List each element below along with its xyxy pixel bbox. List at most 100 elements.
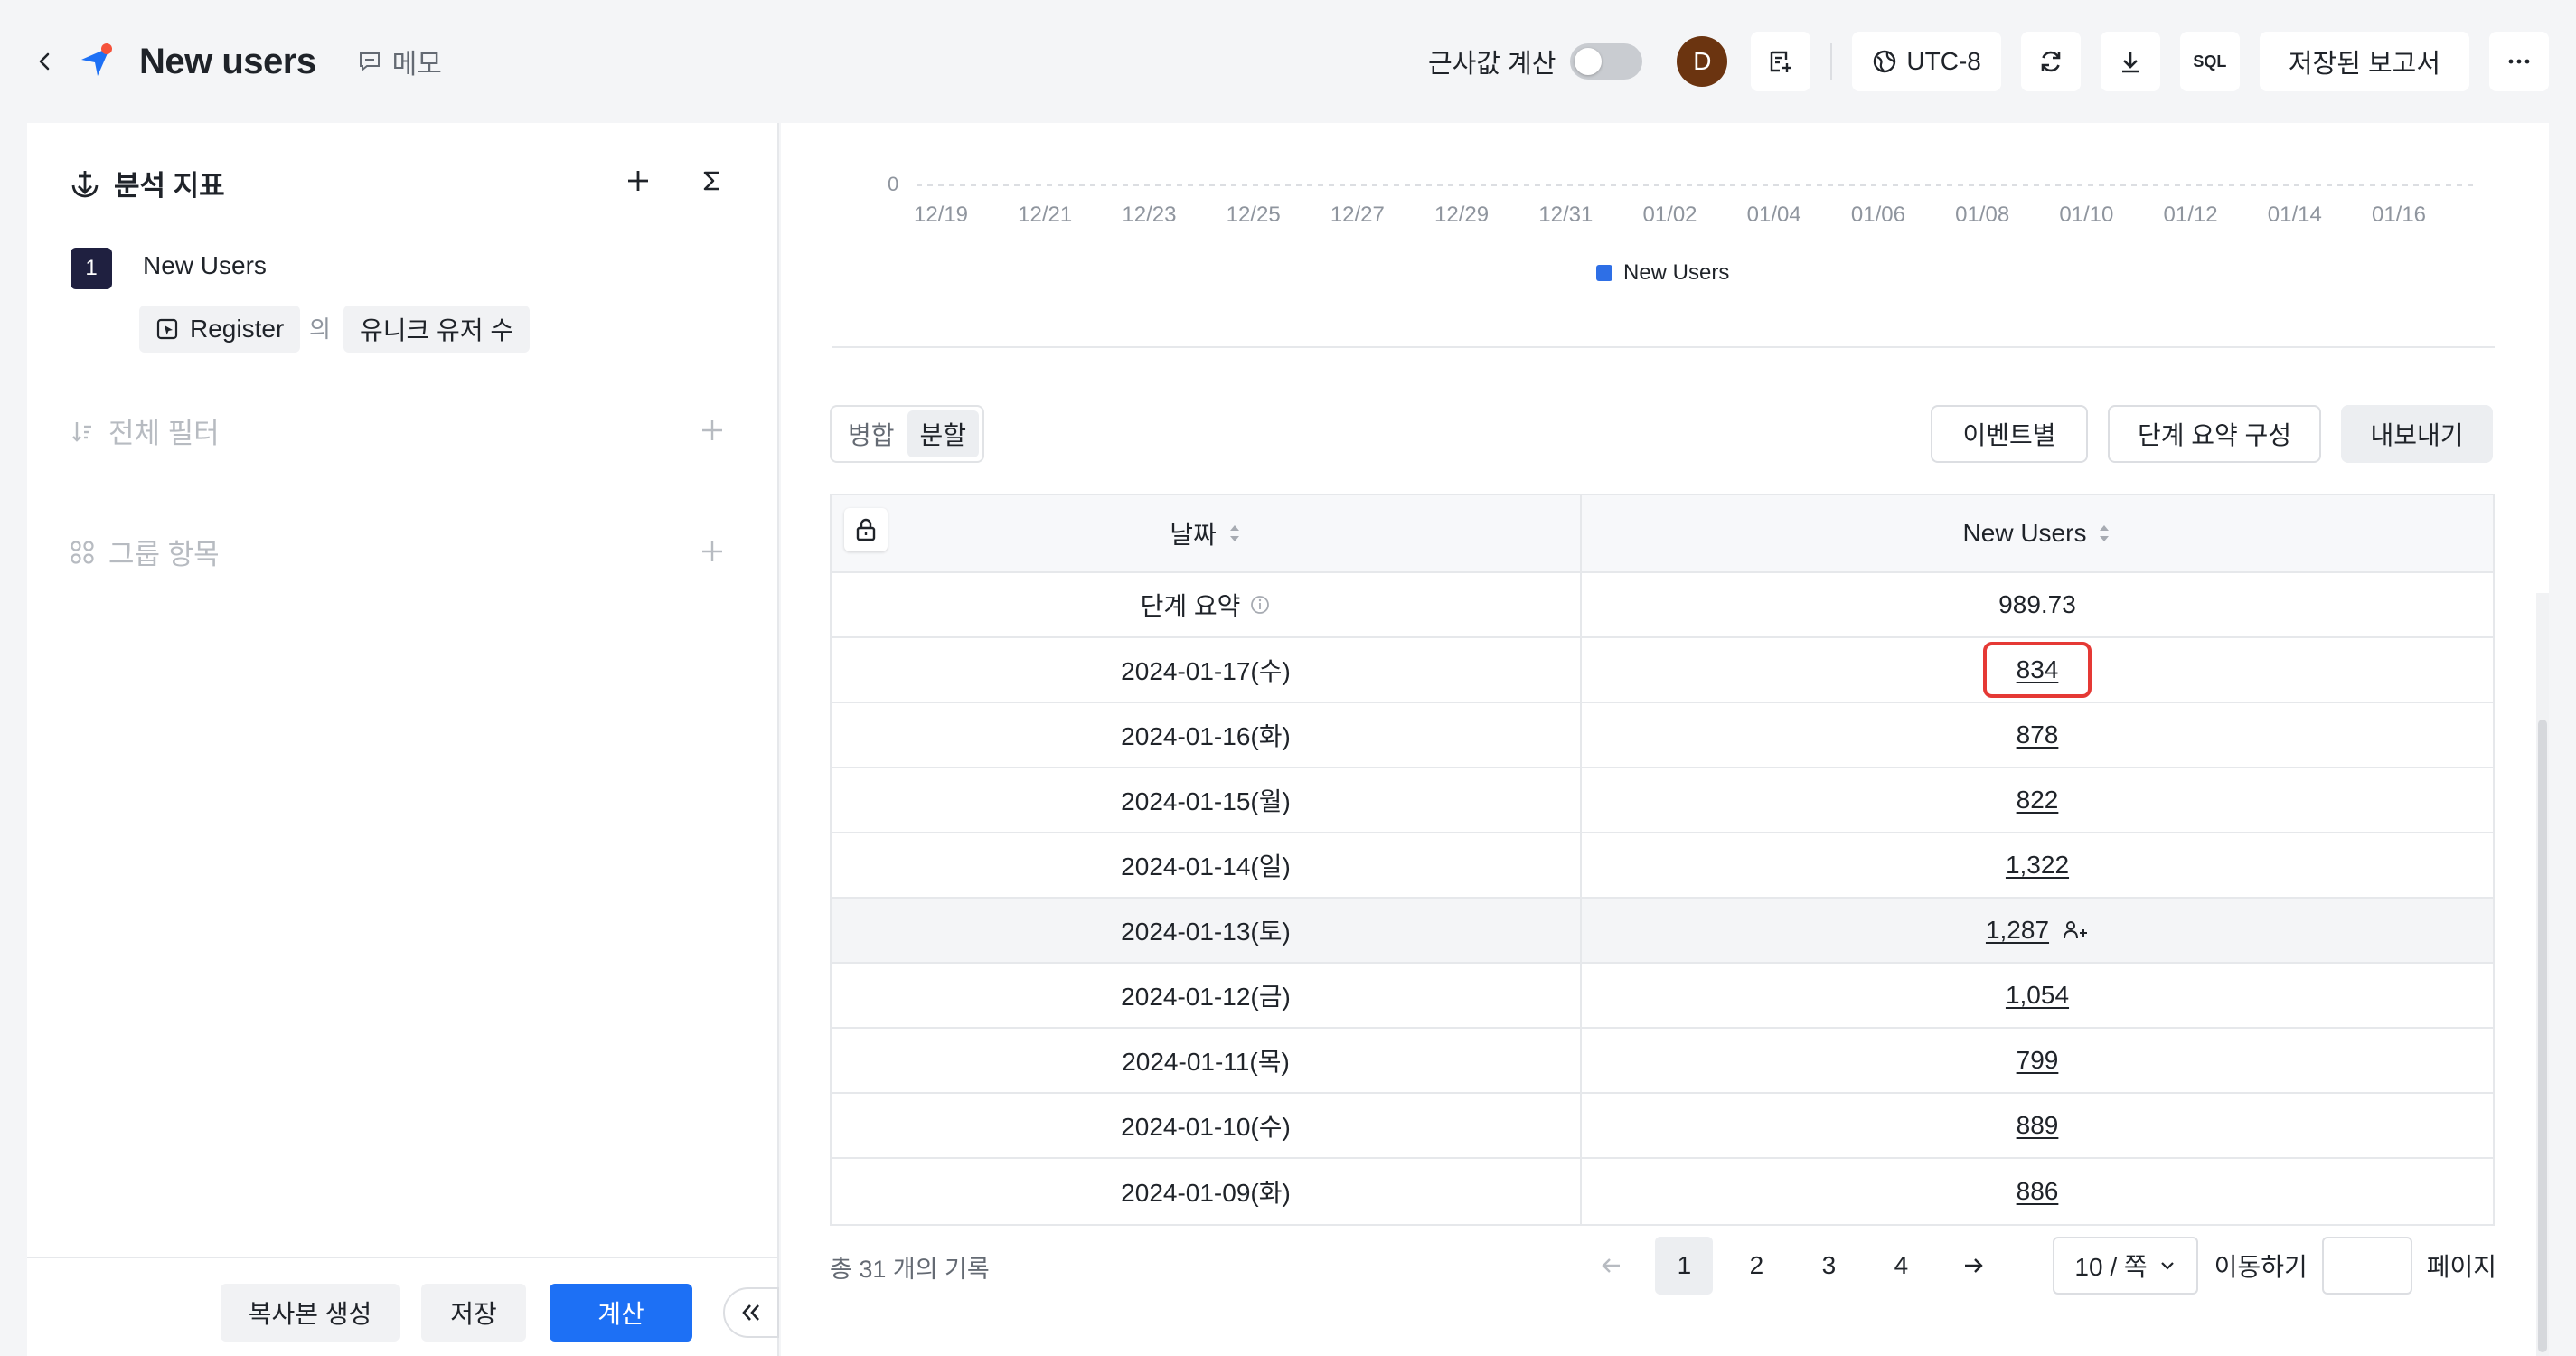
x-tick-label: 12/19 [913, 202, 969, 227]
user-count-link[interactable]: 886 [2017, 1177, 2059, 1206]
value-cell: 799 [1582, 1029, 2493, 1092]
info-icon[interactable] [1249, 594, 1271, 616]
saved-reports-button[interactable]: 저장된 보고서 [2259, 32, 2469, 91]
summary-row: 단계 요약 989.73 [832, 573, 2493, 638]
refresh-button[interactable] [2020, 32, 2081, 91]
calculate-button[interactable]: 계산 [550, 1284, 692, 1342]
by-event-button[interactable]: 이벤트별 [1931, 405, 2088, 463]
pagination: 1234 10 / 쪽 이동하기 페이지 [1568, 1237, 2496, 1295]
lock-column-button[interactable] [844, 508, 888, 551]
summary-label-cell: 단계 요약 [832, 573, 1582, 636]
merge-tab[interactable]: 병합 [835, 410, 907, 457]
chart-legend[interactable]: New Users [1596, 260, 1729, 286]
x-tick-label: 01/08 [1955, 202, 2010, 227]
page-button-3[interactable]: 3 [1800, 1237, 1857, 1295]
table-body: 2024-01-17(수) 834 2024-01-16(화) 878 2024-01-… [832, 638, 2493, 1224]
top-bar: New users 메모 근사값 계산 D UTC-8 SQL 저장된 보고서 [0, 0, 2576, 123]
sort-icon[interactable] [1227, 522, 1242, 545]
event-chip[interactable]: Register [139, 306, 301, 353]
comment-icon [359, 52, 380, 72]
x-tick-label: 12/21 [1018, 202, 1073, 227]
x-tick-label: 01/06 [1850, 202, 1905, 227]
globe-icon [1874, 50, 1896, 73]
avatar[interactable]: D [1677, 36, 1728, 87]
sigma-icon [703, 171, 719, 191]
date-cell: 2024-01-09(화) [832, 1159, 1582, 1224]
x-tick-label: 01/14 [2267, 202, 2322, 227]
approx-calc-toggle[interactable] [1570, 43, 1643, 80]
split-tab[interactable]: 분할 [907, 410, 980, 457]
date-column-header[interactable]: 날짜 [832, 495, 1582, 571]
add-group-button[interactable] [692, 532, 732, 571]
page-size-label: 10 / 쪽 [2074, 1253, 2148, 1281]
table-row: 2024-01-10(수) 889 [832, 1094, 2493, 1159]
page-button-2[interactable]: 2 [1727, 1237, 1785, 1295]
date-cell: 2024-01-13(토) [832, 899, 1582, 962]
goto-page-input[interactable] [2321, 1237, 2412, 1295]
refresh-icon [2041, 51, 2061, 72]
chart-baseline [917, 184, 2475, 186]
sql-label: SQL [2193, 52, 2227, 71]
metrics-anchor-icon [71, 170, 99, 197]
download-button[interactable] [2100, 32, 2160, 91]
export-button[interactable]: 내보내기 [2341, 405, 2493, 463]
value-cell: 889 [1582, 1094, 2493, 1157]
sql-button[interactable]: SQL [2179, 32, 2240, 91]
user-count-link[interactable]: 1,322 [2006, 851, 2069, 880]
save-button[interactable]: 저장 [421, 1284, 526, 1342]
page-button-4[interactable]: 4 [1872, 1237, 1930, 1295]
collapse-sidebar-button[interactable] [723, 1287, 779, 1338]
user-count-link[interactable]: 1,287 [1986, 916, 2049, 945]
plus-icon [702, 420, 722, 440]
highlight-box [1983, 642, 2092, 698]
summary-label: 단계 요약 [1140, 592, 1241, 620]
result-panel: 0 12/19 12/21 12/23 12/25 12/27 12/29 12/31 01/… [781, 123, 2549, 1356]
memo-button[interactable]: 메모 [356, 42, 442, 81]
summary-config-button[interactable]: 단계 요약 구성 [2108, 405, 2321, 463]
measure-chip[interactable]: 유니크 유저 수 [343, 306, 531, 353]
header-actions: 근사값 계산 D UTC-8 SQL 저장된 보고서 [1428, 31, 2549, 92]
analysis-sidebar: 분석 지표 1 New Users Register 의 유니크 유저 수 전체… [27, 123, 779, 1356]
add-to-dashboard-button[interactable] [1751, 32, 1811, 91]
send-location-icon [71, 36, 121, 87]
user-count-link[interactable]: 799 [2017, 1046, 2059, 1075]
add-user-icon[interactable] [2062, 918, 2089, 942]
value-cell: 834 [1582, 638, 2493, 702]
date-cell: 2024-01-10(수) [832, 1094, 1582, 1157]
user-count-link[interactable]: 889 [2017, 1111, 2059, 1140]
user-count-link[interactable]: 878 [2017, 720, 2059, 749]
add-metric-button[interactable] [618, 161, 658, 201]
scrollbar-thumb[interactable] [2538, 720, 2547, 1352]
formula-button[interactable] [692, 161, 732, 201]
x-tick-label: 12/29 [1434, 202, 1490, 227]
data-table: 날짜 New Users 단계 요약 989.73 2024-01-17(수) 8… [830, 494, 2495, 1226]
merge-split-toggle: 병합 분할 [830, 405, 985, 463]
new-users-column-header[interactable]: New Users [1582, 495, 2493, 571]
add-filter-button[interactable] [692, 410, 732, 450]
page-button-1[interactable]: 1 [1655, 1237, 1714, 1295]
vertical-scrollbar[interactable] [2536, 593, 2549, 1356]
copy-button[interactable]: 복사본 생성 [221, 1284, 400, 1342]
double-chevron-left-icon [742, 1304, 759, 1321]
next-page-button[interactable] [1944, 1237, 2002, 1295]
date-cell: 2024-01-12(금) [832, 964, 1582, 1027]
playlist-add-icon [1771, 51, 1792, 72]
table-row: 2024-01-13(토) 1,287 [832, 899, 2493, 964]
page-size-select[interactable]: 10 / 쪽 [2053, 1237, 2198, 1295]
user-count-link[interactable]: 822 [2017, 786, 2059, 815]
more-button[interactable] [2489, 32, 2549, 91]
filter-title: 전체 필터 [108, 418, 220, 449]
x-tick-label: 01/02 [1642, 202, 1697, 227]
plus-icon [702, 541, 722, 561]
sort-icon[interactable] [2097, 522, 2111, 545]
date-cell: 2024-01-15(월) [832, 768, 1582, 832]
date-column-label: 날짜 [1170, 521, 1217, 549]
prev-page-button[interactable] [1583, 1237, 1641, 1295]
user-count-link[interactable]: 1,054 [2006, 981, 2069, 1010]
group-title: 그룹 항목 [108, 539, 220, 570]
timezone-button[interactable]: UTC-8 [1852, 32, 2001, 91]
back-chevron-icon[interactable] [27, 43, 63, 80]
metrics-title: 분석 지표 [114, 170, 225, 202]
metric-name[interactable]: New Users [143, 251, 267, 280]
event-cursor-icon [156, 318, 178, 340]
